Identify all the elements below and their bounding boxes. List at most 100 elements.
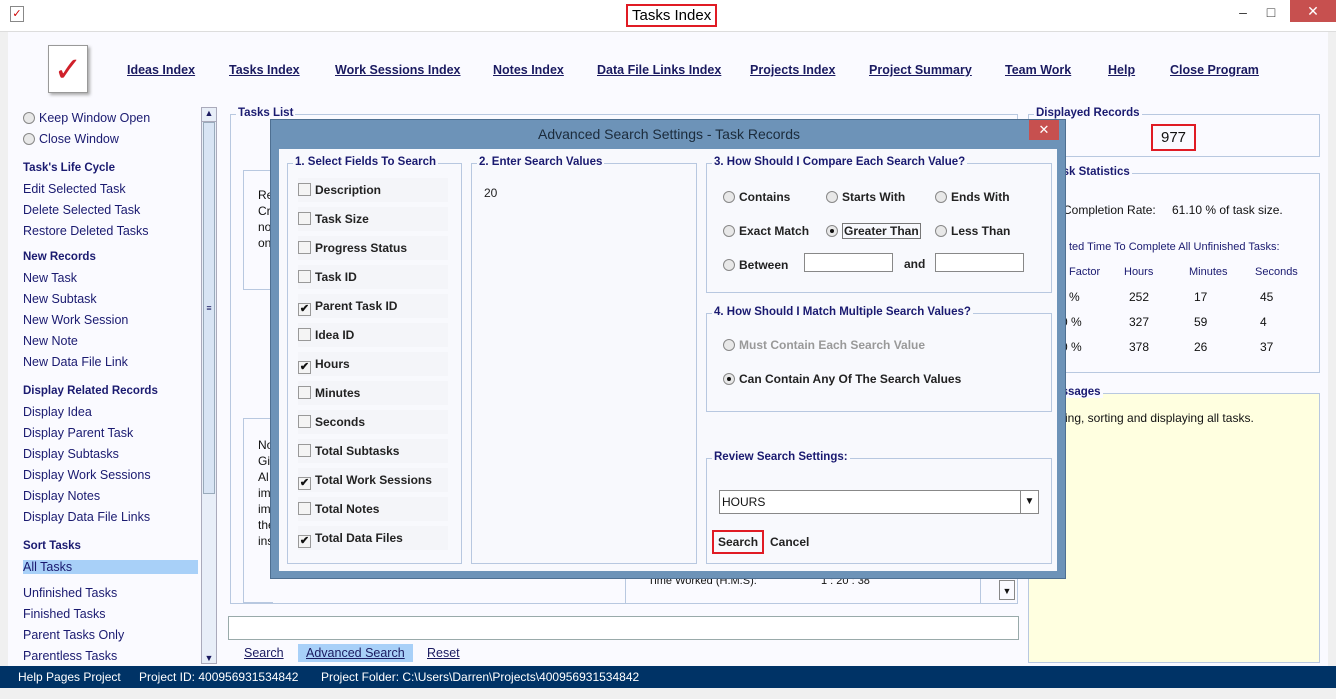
checkbox-checked-icon[interactable]: ✔	[298, 303, 311, 316]
sidebar-item[interactable]: Display Subtasks	[23, 447, 119, 461]
nav-projects-index[interactable]: Projects Index	[750, 63, 835, 77]
field-checkbox-task-size[interactable]: Task Size	[298, 207, 448, 231]
reset-link[interactable]: Reset	[427, 646, 460, 660]
minimize-button[interactable]: –	[1230, 4, 1256, 20]
sidebar-item[interactable]: Display Notes	[23, 489, 100, 503]
nav-work-sessions-index[interactable]: Work Sessions Index	[335, 63, 461, 77]
radio-icon[interactable]	[23, 112, 35, 124]
dialog-search-button[interactable]: Search	[712, 530, 765, 554]
scroll-down-icon[interactable]: ▼	[202, 653, 216, 663]
sidebar-item[interactable]: New Data File Link	[23, 355, 128, 369]
compare-radio-starts-with[interactable]: Starts With	[826, 190, 905, 204]
nav-ideas-index[interactable]: Ideas Index	[127, 63, 195, 77]
radio-0[interactable]: Keep Window Open	[23, 111, 150, 125]
compare-radio-less-than[interactable]: Less Than	[935, 224, 1010, 238]
checkbox-checked-icon[interactable]: ✔	[298, 535, 311, 548]
between-from-input[interactable]	[804, 253, 893, 272]
nav-help[interactable]: Help	[1108, 63, 1135, 77]
scroll-up-icon[interactable]: ▲	[202, 108, 216, 122]
field-checkbox-seconds[interactable]: Seconds	[298, 410, 448, 434]
nav-notes-index[interactable]: Notes Index	[493, 63, 564, 77]
radio-icon[interactable]	[826, 225, 838, 237]
compare-radio-greater-than[interactable]: Greater Than	[826, 223, 921, 239]
checkbox-icon[interactable]	[298, 444, 311, 457]
sidebar-item[interactable]: Display Idea	[23, 405, 92, 419]
checkbox-icon[interactable]	[298, 241, 311, 254]
nav-data-file-links-index[interactable]: Data File Links Index	[597, 63, 721, 77]
close-button[interactable]: ✕	[1290, 0, 1336, 22]
sidebar-item[interactable]: New Work Session	[23, 313, 128, 327]
checkbox-checked-icon[interactable]: ✔	[298, 361, 311, 374]
chevron-down-icon[interactable]: ▼	[1020, 491, 1038, 513]
search-input[interactable]	[228, 616, 1019, 640]
radio-icon[interactable]	[723, 191, 735, 203]
sidebar-item[interactable]: Delete Selected Task	[23, 203, 140, 217]
search-link[interactable]: Search	[244, 646, 284, 660]
checkbox-icon[interactable]	[298, 328, 311, 341]
checkbox-icon[interactable]	[298, 502, 311, 515]
maximize-button[interactable]: □	[1258, 4, 1284, 20]
radio-1[interactable]: Close Window	[23, 132, 119, 146]
nav-team-work[interactable]: Team Work	[1005, 63, 1071, 77]
field-checkbox-description[interactable]: Description	[298, 178, 448, 202]
match-radio-0[interactable]: Must Contain Each Search Value	[723, 338, 925, 352]
sidebar-item[interactable]: Display Data File Links	[23, 510, 150, 524]
advanced-search-link[interactable]: Advanced Search	[298, 644, 413, 662]
checkbox-icon[interactable]	[298, 386, 311, 399]
radio-icon[interactable]	[935, 191, 947, 203]
radio-icon[interactable]	[723, 259, 735, 271]
dialog-cancel-button[interactable]: Cancel	[770, 535, 809, 549]
radio-icon[interactable]	[935, 225, 947, 237]
field-checkbox-task-id[interactable]: Task ID	[298, 265, 448, 289]
sidebar-item[interactable]: Parent Tasks Only	[23, 628, 124, 642]
match-radio-1[interactable]: Can Contain Any Of The Search Values	[723, 372, 961, 386]
sidebar-item[interactable]: All Tasks	[23, 560, 198, 574]
radio-icon[interactable]	[723, 339, 735, 351]
compare-radio-contains[interactable]: Contains	[723, 190, 790, 204]
task-notes-text: No Gi Al im im the ins	[243, 418, 275, 603]
compare-radio-ends-with[interactable]: Ends With	[935, 190, 1010, 204]
radio-icon[interactable]	[826, 191, 838, 203]
field-checkbox-hours[interactable]: ✔ Hours	[298, 352, 448, 376]
radio-icon[interactable]	[723, 225, 735, 237]
review-group: Review Search Settings: HOURS ▼ Search C…	[706, 451, 1052, 564]
sidebar-item[interactable]: New Task	[23, 271, 77, 285]
scroll-down-icon[interactable]: ▼	[999, 580, 1015, 600]
search-values-textarea[interactable]: 20	[484, 186, 497, 200]
scroll-thumb[interactable]: ≡	[203, 122, 215, 494]
dialog-close-button[interactable]: ✕	[1029, 120, 1059, 140]
field-checkbox-total-notes[interactable]: Total Notes	[298, 497, 448, 521]
compare-radio-exact-match[interactable]: Exact Match	[723, 224, 809, 238]
field-checkbox-total-work-sessions[interactable]: ✔ Total Work Sessions	[298, 468, 448, 492]
sidebar-item[interactable]: Finished Tasks	[23, 607, 105, 621]
sidebar-item[interactable]: Display Parent Task	[23, 426, 133, 440]
field-checkbox-parent-task-id[interactable]: ✔ Parent Task ID	[298, 294, 448, 318]
match-group: 4. How Should I Match Multiple Search Va…	[706, 306, 1052, 412]
checkbox-icon[interactable]	[298, 183, 311, 196]
sidebar-item[interactable]: Parentless Tasks	[23, 649, 117, 663]
sidebar-scrollbar[interactable]: ▲ ≡ ▼	[201, 107, 217, 664]
between-to-input[interactable]	[935, 253, 1024, 272]
sidebar-item[interactable]: Restore Deleted Tasks	[23, 224, 149, 238]
field-checkbox-total-subtasks[interactable]: Total Subtasks	[298, 439, 448, 463]
nav-tasks-index[interactable]: Tasks Index	[229, 63, 300, 77]
sidebar-item[interactable]: New Note	[23, 334, 78, 348]
radio-icon[interactable]	[723, 373, 735, 385]
field-checkbox-progress-status[interactable]: Progress Status	[298, 236, 448, 260]
nav-close-program[interactable]: Close Program	[1170, 63, 1259, 77]
radio-icon[interactable]	[23, 133, 35, 145]
sidebar-item[interactable]: Display Work Sessions	[23, 468, 151, 482]
checkbox-icon[interactable]	[298, 212, 311, 225]
checkbox-icon[interactable]	[298, 270, 311, 283]
sidebar-item[interactable]: New Subtask	[23, 292, 97, 306]
compare-radio-between[interactable]: Between	[723, 258, 788, 272]
checkbox-checked-icon[interactable]: ✔	[298, 477, 311, 490]
field-checkbox-idea-id[interactable]: Idea ID	[298, 323, 448, 347]
review-select[interactable]: HOURS ▼	[719, 490, 1039, 514]
field-checkbox-minutes[interactable]: Minutes	[298, 381, 448, 405]
sidebar-item[interactable]: Unfinished Tasks	[23, 586, 117, 600]
nav-project-summary[interactable]: Project Summary	[869, 63, 972, 77]
checkbox-icon[interactable]	[298, 415, 311, 428]
field-checkbox-total-data-files[interactable]: ✔ Total Data Files	[298, 526, 448, 550]
sidebar-item[interactable]: Edit Selected Task	[23, 182, 126, 196]
